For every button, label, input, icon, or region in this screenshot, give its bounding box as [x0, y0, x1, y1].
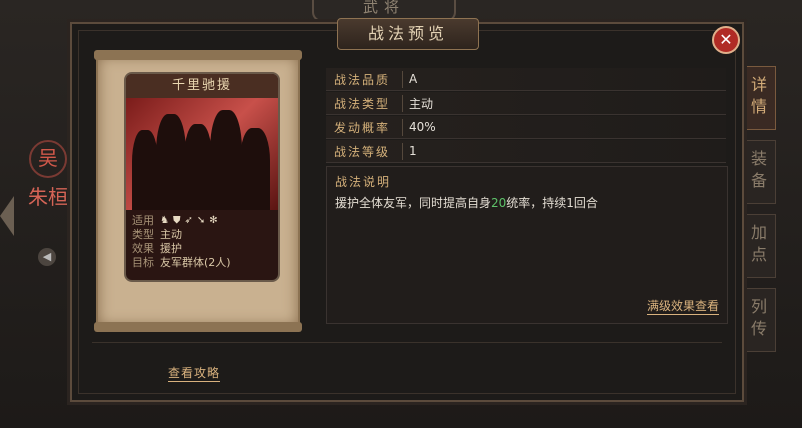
- general-name: 朱桓: [28, 185, 68, 209]
- prev-arrow-icon[interactable]: [0, 196, 14, 236]
- description-text: 援护全体友军，同时提高自身20统率，持续1回合: [327, 190, 727, 215]
- description-title: 战法说明: [335, 175, 392, 189]
- attr-key: 战法等级: [326, 142, 403, 160]
- wheel-icon: ✻: [209, 215, 218, 226]
- tactic-scroll: 千里驰援 适用 ♞ ⛊ ➶ ➘ ✻ 类型 主动 效果 援护 目标 友军群体(2人…: [94, 50, 302, 332]
- close-icon: ✕: [719, 30, 733, 49]
- description-text-part: 统率，持续1回合: [506, 196, 598, 210]
- card-row-key: 适用: [132, 214, 154, 227]
- soldier-silhouette: [132, 130, 158, 210]
- card-row-key: 类型: [132, 228, 154, 241]
- general-panel: 吴 朱桓: [26, 140, 70, 210]
- scroll-rod-bottom: [94, 322, 302, 332]
- card-row-key: 效果: [132, 242, 154, 255]
- tactic-card: 千里驰援 适用 ♞ ⛊ ➶ ➘ ✻ 类型 主动 效果 援护 目标 友军群体(2人…: [124, 72, 280, 282]
- card-row-applicable: 适用 ♞ ⛊ ➶ ➘ ✻: [132, 214, 272, 228]
- dialog-title: 战法预览: [337, 18, 479, 50]
- tactic-attributes: 战法品质 A 战法类型 主动 发动概率 40% 战法等级 1: [326, 68, 726, 164]
- attr-key: 战法品质: [326, 70, 403, 88]
- faction-badge: 吴: [29, 140, 67, 178]
- troop-icons: ♞ ⛊ ➶ ➘ ✻: [160, 214, 218, 228]
- attr-row-probability: 发动概率 40%: [326, 116, 726, 139]
- description-text-part: 援护全体友军，同时提高自身: [335, 196, 492, 210]
- tactic-card-art: [126, 98, 278, 210]
- attr-key: 战法类型: [326, 94, 403, 112]
- attr-value: 主动: [409, 96, 434, 111]
- tactic-card-name: 千里驰援: [126, 74, 278, 98]
- soldier-silhouette: [184, 124, 212, 210]
- attr-row-level: 战法等级 1: [326, 140, 726, 163]
- card-row-type: 类型 主动: [132, 228, 272, 242]
- spear-icon: ➘: [196, 215, 206, 226]
- attr-value: 1: [409, 144, 417, 158]
- description-highlight: 20: [491, 196, 507, 210]
- soldier-silhouette: [210, 110, 242, 210]
- scroll-rod-top: [94, 50, 302, 60]
- attr-row-quality: 战法品质 A: [326, 68, 726, 91]
- attr-value: A: [409, 72, 418, 86]
- soldier-silhouette: [156, 114, 186, 210]
- attr-key: 发动概率: [326, 118, 403, 136]
- card-row-value: 主动: [160, 228, 182, 241]
- bow-icon: ➶: [184, 215, 193, 226]
- view-guide-link[interactable]: 查看攻略: [168, 364, 221, 382]
- attr-row-type: 战法类型 主动: [326, 92, 726, 115]
- divider: [92, 342, 722, 343]
- attr-value: 40%: [409, 120, 436, 134]
- cavalry-icon: ♞: [160, 215, 169, 226]
- soldier-silhouette: [240, 128, 270, 210]
- card-row-effect: 效果 援护: [132, 242, 272, 256]
- max-level-effect-link[interactable]: 满级效果查看: [646, 297, 719, 315]
- close-button[interactable]: ✕: [712, 26, 740, 54]
- card-row-key: 目标: [132, 256, 154, 269]
- tactic-preview-dialog: 战法预览 ✕ 千里驰援 适用 ♞ ⛊ ➶ ➘ ✻ 类型 主动 效果 援护 目标 …: [70, 18, 744, 402]
- tactic-description: 战法说明 援护全体友军，同时提高自身20统率，持续1回合 满级效果查看: [326, 166, 728, 324]
- card-row-value: 援护: [160, 242, 182, 255]
- shield-icon: ⛊: [172, 215, 181, 226]
- card-row-target: 目标 友军群体(2人): [132, 256, 272, 270]
- voice-icon[interactable]: ◀: [38, 248, 56, 266]
- card-row-value: 友军群体(2人): [160, 256, 231, 269]
- tactic-card-info: 适用 ♞ ⛊ ➶ ➘ ✻ 类型 主动 效果 援护 目标 友军群体(2人): [126, 212, 278, 272]
